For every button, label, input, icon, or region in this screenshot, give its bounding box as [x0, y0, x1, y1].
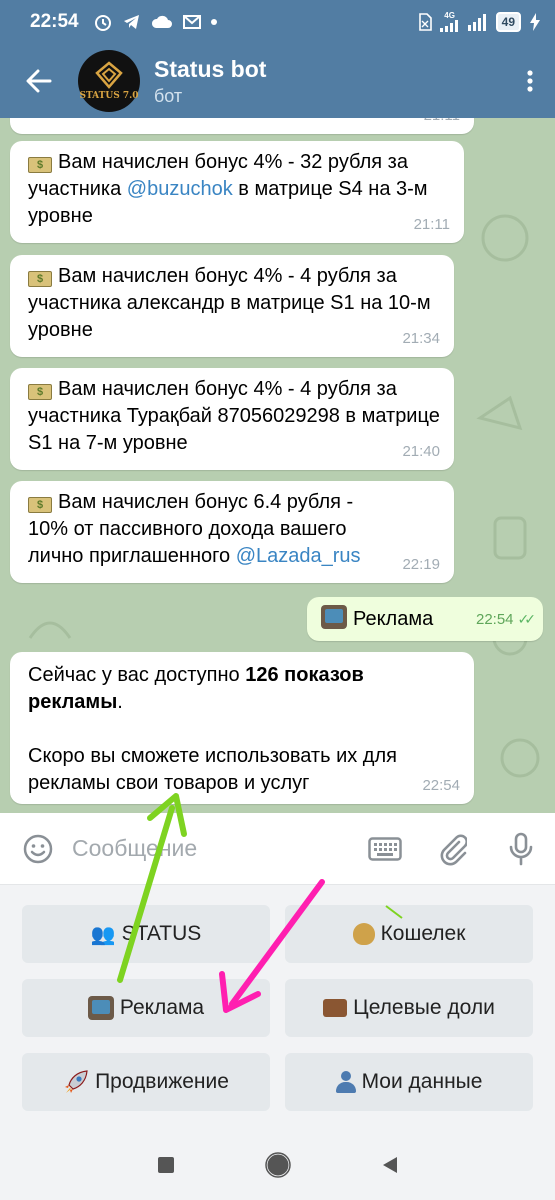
- mention-link[interactable]: @buzuchok: [127, 178, 233, 200]
- recent-apps-button[interactable]: [157, 1156, 175, 1179]
- message-time: 21:40: [402, 443, 440, 460]
- message-bubble[interactable]: $ Вам начислен бонус 4% - 32 рубля за уча…: [10, 141, 464, 243]
- reply-message-bubble[interactable]: Сейчас у вас доступно 126 показов реклам…: [10, 652, 474, 804]
- reply-line-2: Скоро вы сможете использовать их для рек…: [28, 745, 397, 794]
- alarm-icon: [94, 15, 111, 31]
- message-bubble[interactable]: $ Вам начислен бонус 4% - 4 рубля за учас…: [10, 368, 454, 470]
- message-text-body: Вам начислен бонус 4% - 4 рубля за участ…: [28, 265, 431, 341]
- money-icon: $: [28, 271, 52, 287]
- gmail-icon: [182, 15, 201, 29]
- more-menu-button[interactable]: [505, 44, 555, 118]
- logo-icon: [95, 61, 123, 89]
- signal-icon-2: [467, 14, 486, 31]
- triangle-back-icon: [382, 1157, 397, 1173]
- no-sim-icon: [418, 13, 432, 31]
- chat-title: Status bot: [154, 55, 267, 82]
- back-arrow-icon: [26, 69, 52, 93]
- battery-indicator: 49: [495, 12, 521, 32]
- message-text: $ Вам начислен бонус 6.4 рубля - 10% от п…: [10, 481, 454, 576]
- reply-line-1-suffix: .: [117, 691, 123, 713]
- wallet-button[interactable]: Кошелек: [285, 905, 533, 963]
- system-navigation-bar: [0, 1135, 555, 1200]
- status-bar: 22:54 4G 49: [0, 0, 555, 44]
- status-time: 22:54: [30, 11, 79, 32]
- ads-button-label: Реклама: [119, 996, 205, 1019]
- person-icon: [335, 1071, 356, 1093]
- message-bubble[interactable]: $ Вам начислен бонус 4% - 4 рубля за учас…: [10, 255, 454, 357]
- message-bubble[interactable]: $ Вам начислен бонус 6.4 рубля - 10% от п…: [10, 481, 454, 583]
- message-text: $ Вам начислен бонус 4% - 4 рубля за учас…: [10, 255, 454, 350]
- message-time: 22:54: [475, 611, 514, 628]
- reply-line-1-prefix: Сейчас у вас доступно: [28, 664, 246, 686]
- target-shares-button-label: Целевые доли: [353, 996, 495, 1019]
- back-button[interactable]: [0, 44, 78, 118]
- reply-text: Сейчас у вас доступно 126 показов реклам…: [10, 652, 474, 803]
- money-icon: $: [28, 497, 52, 513]
- message-time: 22:54: [422, 777, 460, 794]
- message-input-bar: Сообщение: [0, 813, 555, 885]
- outgoing-text: Реклама: [353, 608, 434, 630]
- briefcase-icon: [323, 999, 348, 1017]
- home-button[interactable]: [264, 1152, 291, 1183]
- my-data-button[interactable]: Мои данные: [285, 1053, 533, 1111]
- message-text-partial: .: [10, 118, 474, 135]
- mention-link[interactable]: @Lazada_rus: [236, 545, 361, 567]
- bot-avatar[interactable]: STATUS 7.0: [78, 50, 140, 112]
- charging-icon: [530, 13, 540, 31]
- tv-icon: [321, 605, 347, 629]
- message-input[interactable]: Сообщение: [68, 835, 351, 862]
- read-checks-icon: ✓✓: [517, 611, 537, 627]
- message-text-body: Вам начислен бонус 4% - 4 рубля за участ…: [28, 378, 440, 454]
- chat-area[interactable]: . 21:11 $Вам начислен бонус 4% - 32 рубл…: [0, 118, 555, 813]
- users-icon: 👥: [90, 923, 116, 946]
- chat-title-block[interactable]: Status bot бот: [154, 56, 266, 107]
- square-icon: [157, 1157, 174, 1173]
- message-time: 21:11: [424, 118, 460, 129]
- money-icon: $: [28, 384, 52, 400]
- status-button-label: STATUS: [121, 922, 202, 945]
- status-button[interactable]: 👥 STATUS: [22, 905, 270, 963]
- paperclip-icon: [440, 834, 467, 865]
- promotion-button[interactable]: Продвижение: [22, 1053, 270, 1111]
- back-nav-button[interactable]: [381, 1155, 399, 1180]
- message-time-row: 22:54 ✓✓: [475, 606, 537, 633]
- dot-icon: [210, 19, 217, 25]
- outgoing-message-bubble[interactable]: Реклама 22:54 ✓✓: [307, 597, 543, 641]
- tv-icon: [87, 996, 114, 1020]
- voice-button[interactable]: [487, 813, 555, 885]
- network-type: 4G: [444, 11, 455, 20]
- message-time: 21:34: [402, 330, 440, 347]
- avatar-text: STATUS 7.0: [79, 91, 139, 101]
- bot-keyboard-toggle[interactable]: [351, 813, 419, 885]
- chat-subtitle: бот: [154, 85, 183, 106]
- message-text: $ Вам начислен бонус 4% - 4 рубля за учас…: [10, 368, 454, 463]
- promotion-button-label: Продвижение: [95, 1070, 229, 1093]
- message-bubble[interactable]: . 21:11: [10, 118, 474, 134]
- ads-button[interactable]: Реклама: [22, 979, 270, 1037]
- signal-icon: [439, 20, 458, 32]
- emoji-button[interactable]: [8, 813, 68, 885]
- smile-icon: [23, 834, 53, 863]
- chat-header: STATUS 7.0 Status bot бот: [0, 44, 555, 118]
- target-shares-button[interactable]: Целевые доли: [285, 979, 533, 1037]
- telegram-icon: [123, 15, 139, 29]
- my-data-button-label: Мои данные: [361, 1070, 483, 1093]
- keyboard-icon: [368, 836, 402, 861]
- message-time: 22:19: [402, 556, 440, 573]
- message-text: $ Вам начислен бонус 4% - 32 рубля за уча…: [10, 141, 464, 236]
- circle-icon: [264, 1152, 291, 1178]
- money-bag-icon: [352, 923, 375, 945]
- bot-reply-keyboard: 👥 STATUS Кошелек Реклама Целевые доли Про…: [0, 885, 555, 1135]
- microphone-icon: [509, 832, 533, 865]
- attach-button[interactable]: [419, 813, 487, 885]
- cloud-icon: [151, 15, 172, 28]
- message-time: 21:11: [413, 216, 450, 233]
- money-icon: $: [28, 157, 52, 173]
- more-vert-icon: [527, 70, 533, 92]
- reply-line-1: Сейчас у вас доступно 126 показов реклам…: [28, 662, 460, 716]
- rocket-icon: [65, 1070, 88, 1093]
- wallet-button-label: Кошелек: [380, 922, 466, 945]
